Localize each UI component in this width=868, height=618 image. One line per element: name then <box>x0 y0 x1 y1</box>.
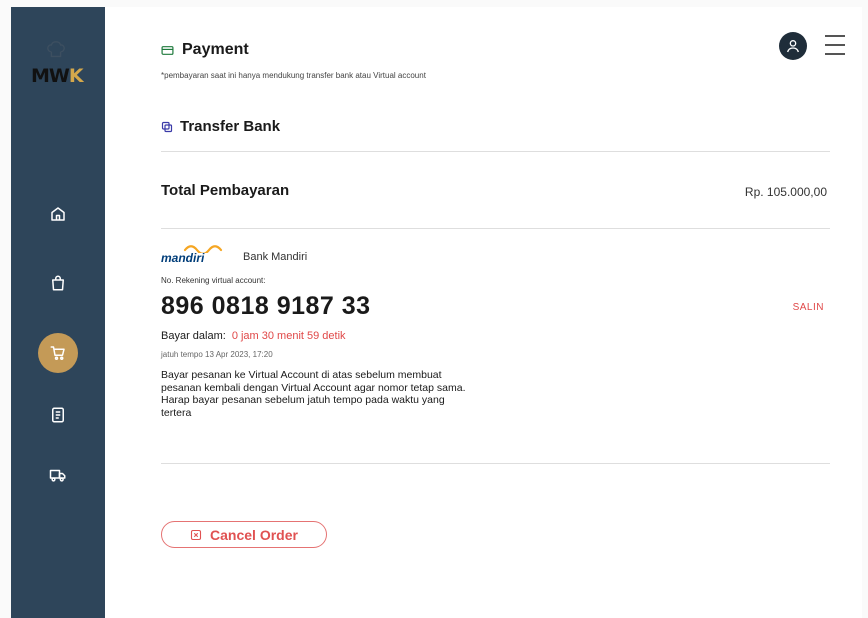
sidebar-item-orders[interactable] <box>38 395 78 435</box>
page-header: Payment <box>161 41 249 59</box>
brand-wordmark: MWK <box>31 65 84 87</box>
app-frame: MWK Payment *pembayaran saat ini hanya m… <box>0 0 868 618</box>
divider <box>161 228 830 229</box>
va-number: 896 0818 9187 33 <box>161 292 371 320</box>
divider <box>161 151 830 152</box>
menu-line <box>825 44 845 46</box>
countdown-timer: 0 jam 30 menit 59 detik <box>231 330 346 342</box>
close-box-icon <box>190 529 202 540</box>
brand-logo[interactable]: MWK <box>31 37 84 93</box>
cancel-order-label: Cancel Order <box>210 526 298 543</box>
page-title: Payment <box>182 41 249 58</box>
pay-deadline-row: Bayar dalam: 0 jam 30 menit 59 detik <box>161 330 346 342</box>
document-icon <box>52 407 64 423</box>
sidebar-item-shop[interactable] <box>38 263 78 303</box>
sidebar-item-cart[interactable] <box>38 333 78 373</box>
bag-icon <box>52 275 64 291</box>
mandiri-wordmark: mandiri <box>161 251 205 265</box>
brand-text-dark: MW <box>31 65 70 87</box>
chef-hat-icon <box>47 41 65 58</box>
va-label: No. Rekening virtual account: <box>161 276 266 285</box>
payment-instructions: Bayar pesanan ke Virtual Account di atas… <box>161 369 466 419</box>
menu-line <box>825 53 845 55</box>
menu-line <box>825 35 845 37</box>
sidebar-item-home[interactable] <box>38 194 78 234</box>
home-icon <box>51 207 65 221</box>
bank-transfer-icon <box>161 121 173 132</box>
due-date: jatuh tempo 13 Apr 2023, 17:20 <box>161 350 273 359</box>
copy-va-button[interactable]: SALIN <box>793 302 824 313</box>
truck-icon <box>49 469 66 482</box>
user-icon <box>787 40 799 53</box>
payment-note: *pembayaran saat ini hanya mendukung tra… <box>161 71 426 80</box>
hamburger-menu-button[interactable] <box>825 35 845 57</box>
brand-text-accent: K <box>68 65 84 87</box>
user-avatar-button[interactable] <box>779 32 807 60</box>
divider <box>161 463 830 464</box>
credit-card-icon <box>161 45 174 55</box>
sidebar-item-delivery[interactable] <box>38 455 78 495</box>
payment-method-label: Transfer Bank <box>180 118 281 135</box>
pay-within-label: Bayar dalam: <box>161 330 226 342</box>
total-amount: Rp. 105.000,00 <box>744 185 827 199</box>
total-label: Total Pembayaran <box>161 182 290 199</box>
cart-icon <box>50 346 65 360</box>
payment-method: Transfer Bank <box>161 118 280 135</box>
payment-panel: Payment *pembayaran saat ini hanya mendu… <box>105 7 862 618</box>
mandiri-logo: mandiri <box>161 243 227 265</box>
bank-name: Bank Mandiri <box>243 251 308 263</box>
cancel-order-button[interactable]: Cancel Order <box>161 521 327 548</box>
sidebar: MWK <box>11 7 105 618</box>
